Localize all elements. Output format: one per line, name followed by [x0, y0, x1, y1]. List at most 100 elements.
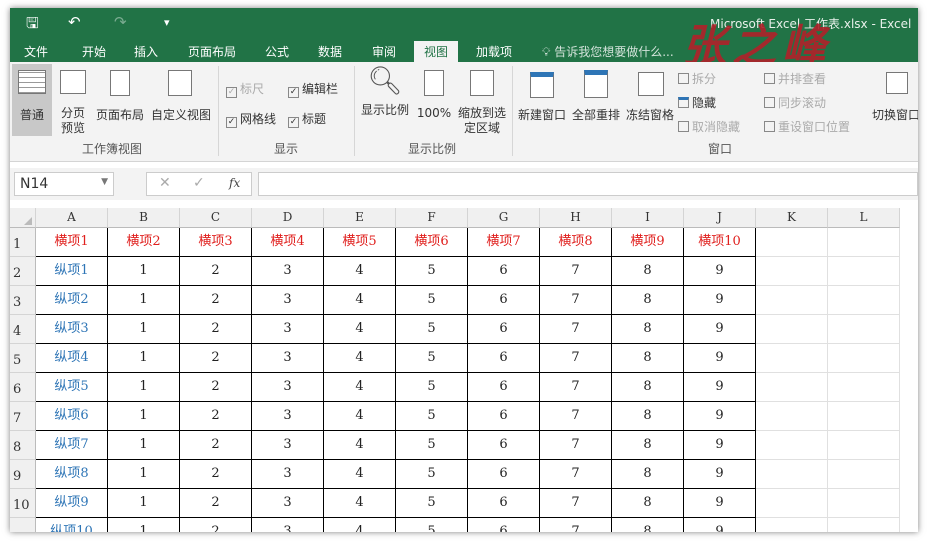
value-cell[interactable]: 6: [468, 373, 540, 402]
value-cell[interactable]: 5: [396, 286, 468, 315]
value-cell[interactable]: 7: [540, 489, 612, 518]
cell[interactable]: [756, 344, 828, 373]
tab-2[interactable]: 插入: [134, 41, 158, 62]
row-label-cell[interactable]: 纵项4: [36, 344, 108, 373]
column-header-K[interactable]: K: [756, 208, 828, 228]
ruler-checkbox[interactable]: ✓ 标尺: [226, 80, 264, 98]
header-cell[interactable]: 横项10: [684, 228, 756, 257]
zoom-100-button[interactable]: 100%: [414, 64, 454, 136]
value-cell[interactable]: 4: [324, 257, 396, 286]
column-header-J[interactable]: J: [684, 208, 756, 228]
value-cell[interactable]: 8: [612, 489, 684, 518]
column-header-B[interactable]: B: [108, 208, 180, 228]
value-cell[interactable]: 3: [252, 257, 324, 286]
value-cell[interactable]: 5: [396, 431, 468, 460]
row-header-11[interactable]: [10, 518, 36, 532]
tell-me-search[interactable]: 💡︎ 告诉我您想要做什么...: [542, 41, 674, 62]
cell[interactable]: [756, 460, 828, 489]
zoom-button[interactable]: 🔍︎ 显示比例: [360, 64, 410, 136]
row-header-1[interactable]: 1: [10, 228, 36, 257]
formula-input[interactable]: [258, 172, 918, 196]
value-cell[interactable]: 9: [684, 373, 756, 402]
value-cell[interactable]: 8: [612, 315, 684, 344]
cell[interactable]: [756, 286, 828, 315]
cell[interactable]: [756, 373, 828, 402]
tab-4[interactable]: 公式: [265, 41, 289, 62]
value-cell[interactable]: 8: [612, 431, 684, 460]
value-cell[interactable]: 7: [540, 257, 612, 286]
column-header-A[interactable]: A: [36, 208, 108, 228]
cell[interactable]: [828, 257, 900, 286]
value-cell[interactable]: 6: [468, 286, 540, 315]
value-cell[interactable]: 8: [612, 344, 684, 373]
tab-5[interactable]: 数据: [318, 41, 342, 62]
value-cell[interactable]: 8: [612, 402, 684, 431]
cell[interactable]: [828, 489, 900, 518]
row-header-4[interactable]: 4: [10, 315, 36, 344]
cancel-icon[interactable]: ✕: [159, 175, 171, 191]
row-label-cell[interactable]: 纵项2: [36, 286, 108, 315]
column-header-E[interactable]: E: [324, 208, 396, 228]
column-header-F[interactable]: F: [396, 208, 468, 228]
cell[interactable]: [828, 286, 900, 315]
row-label-cell[interactable]: 纵项3: [36, 315, 108, 344]
row-label-cell[interactable]: 纵项8: [36, 460, 108, 489]
value-cell[interactable]: 2: [180, 373, 252, 402]
cell[interactable]: [756, 228, 828, 257]
value-cell[interactable]: 3: [252, 402, 324, 431]
value-cell[interactable]: 6: [468, 489, 540, 518]
value-cell[interactable]: 3: [252, 518, 324, 532]
value-cell[interactable]: 6: [468, 431, 540, 460]
value-cell[interactable]: 5: [396, 489, 468, 518]
value-cell[interactable]: 4: [324, 402, 396, 431]
row-label-cell[interactable]: 纵项7: [36, 431, 108, 460]
headings-checkbox[interactable]: ✓ 标题: [288, 110, 326, 128]
value-cell[interactable]: 6: [468, 518, 540, 532]
header-cell[interactable]: 横项5: [324, 228, 396, 257]
header-cell[interactable]: 横项7: [468, 228, 540, 257]
value-cell[interactable]: 9: [684, 315, 756, 344]
sync-scroll-button[interactable]: 同步滚动: [764, 94, 826, 111]
page-break-preview-button[interactable]: 分页预览: [56, 64, 90, 136]
cell[interactable]: [756, 402, 828, 431]
value-cell[interactable]: 2: [180, 315, 252, 344]
value-cell[interactable]: 7: [540, 373, 612, 402]
value-cell[interactable]: 6: [468, 402, 540, 431]
cell[interactable]: [828, 373, 900, 402]
value-cell[interactable]: 7: [540, 460, 612, 489]
value-cell[interactable]: 4: [324, 489, 396, 518]
value-cell[interactable]: 9: [684, 460, 756, 489]
custom-views-button[interactable]: 自定义视图: [150, 64, 212, 136]
tab-3[interactable]: 页面布局: [188, 41, 236, 62]
row-label-cell[interactable]: 纵项6: [36, 402, 108, 431]
row-header-7[interactable]: 7: [10, 402, 36, 431]
value-cell[interactable]: 4: [324, 460, 396, 489]
value-cell[interactable]: 5: [396, 344, 468, 373]
value-cell[interactable]: 5: [396, 460, 468, 489]
switch-windows-button[interactable]: 切换窗口: [870, 64, 918, 136]
gridlines-checkbox[interactable]: ✓ 网格线: [226, 110, 276, 128]
redo-icon[interactable]: ↷: [114, 13, 127, 31]
cell[interactable]: [756, 257, 828, 286]
normal-view-button[interactable]: 普通: [12, 64, 52, 136]
cell[interactable]: [828, 315, 900, 344]
value-cell[interactable]: 8: [612, 286, 684, 315]
value-cell[interactable]: 5: [396, 402, 468, 431]
column-header-L[interactable]: L: [828, 208, 900, 228]
value-cell[interactable]: 2: [180, 518, 252, 532]
value-cell[interactable]: 2: [180, 460, 252, 489]
value-cell[interactable]: 4: [324, 373, 396, 402]
value-cell[interactable]: 3: [252, 286, 324, 315]
chevron-down-icon[interactable]: ▼: [101, 177, 108, 187]
value-cell[interactable]: 1: [108, 402, 180, 431]
column-header-I[interactable]: I: [612, 208, 684, 228]
tab-0[interactable]: 文件: [24, 41, 48, 62]
column-header-H[interactable]: H: [540, 208, 612, 228]
row-label-cell[interactable]: 纵项1: [36, 257, 108, 286]
value-cell[interactable]: 9: [684, 402, 756, 431]
value-cell[interactable]: 1: [108, 460, 180, 489]
value-cell[interactable]: 1: [108, 489, 180, 518]
select-all-corner[interactable]: [10, 208, 36, 228]
value-cell[interactable]: 9: [684, 344, 756, 373]
cell[interactable]: [828, 402, 900, 431]
